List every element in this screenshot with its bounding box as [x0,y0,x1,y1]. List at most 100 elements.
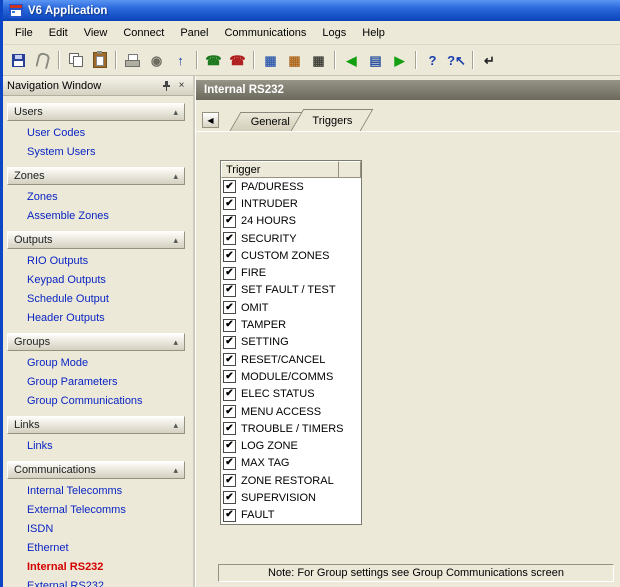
trigger-row[interactable]: ✔24 HOURS [221,213,361,230]
grid-icon[interactable]: ▤ [364,49,387,72]
menu-panel[interactable]: Panel [172,24,216,42]
trigger-row[interactable]: ✔SETTING [221,334,361,351]
menu-file[interactable]: File [7,24,41,42]
help-icon[interactable]: ? [421,49,444,72]
menu-view[interactable]: View [76,24,116,42]
window-titlebar[interactable]: V6 Application [3,0,620,21]
nav-item-ethernet[interactable]: Ethernet [3,539,193,558]
trigger-row[interactable]: ✔FIRE [221,264,361,281]
nav-item-schedule-output[interactable]: Schedule Output [3,290,193,309]
nav-item-group-communications[interactable]: Group Communications [3,392,193,411]
checkbox-checked[interactable]: ✔ [223,336,236,349]
menu-connect[interactable]: Connect [115,24,172,42]
trigger-row[interactable]: ✔ZONE RESTORAL [221,472,361,489]
section-header-zones[interactable]: Zones▴ [7,167,185,185]
tab-scroll-left-button[interactable]: ◀ [202,112,219,128]
checkbox-checked[interactable]: ✔ [223,353,236,366]
checkbox-checked[interactable]: ✔ [223,301,236,314]
nav-item-rio-outputs[interactable]: RIO Outputs [3,252,193,271]
paste-icon[interactable] [88,49,111,72]
nav-item-internal-telecomms[interactable]: Internal Telecomms [3,482,193,501]
trigger-label: TROUBLE / TIMERS [241,423,343,435]
back-icon[interactable]: ◀ [340,49,363,72]
nav-item-group-parameters[interactable]: Group Parameters [3,373,193,392]
checkbox-checked[interactable]: ✔ [223,474,236,487]
trigger-row[interactable]: ✔PA/DURESS [221,178,361,195]
attach-icon-shape [35,51,50,68]
enter-icon[interactable]: ↵ [478,49,501,72]
section-header-outputs[interactable]: Outputs▴ [7,231,185,249]
read-panel-icon[interactable]: ▦ [259,49,282,72]
nav-item-user-codes[interactable]: User Codes [3,124,193,143]
trigger-row[interactable]: ✔SET FAULT / TEST [221,282,361,299]
checkbox-checked[interactable]: ✔ [223,232,236,245]
checkbox-checked[interactable]: ✔ [223,440,236,453]
trigger-row[interactable]: ✔MODULE/COMMS [221,368,361,385]
trigger-row[interactable]: ✔RESET/CANCEL [221,351,361,368]
checkbox-checked[interactable]: ✔ [223,267,236,280]
nav-item-external-telecomms[interactable]: External Telecomms [3,501,193,520]
trigger-row[interactable]: ✔INTRUDER [221,195,361,212]
forward-icon[interactable]: ▶ [388,49,411,72]
trigger-row[interactable]: ✔MAX TAG [221,455,361,472]
close-icon[interactable]: × [174,79,189,93]
snapshot-icon[interactable]: ◉ [145,49,168,72]
trigger-row[interactable]: ✔MENU ACCESS [221,403,361,420]
copy-icon[interactable] [64,49,87,72]
nav-item-group-mode[interactable]: Group Mode [3,354,193,373]
menu-edit[interactable]: Edit [41,24,76,42]
nav-item-internal-rs232[interactable]: Internal RS232 [3,558,193,577]
trigger-row[interactable]: ✔LOG ZONE [221,437,361,454]
checkbox-checked[interactable]: ✔ [223,491,236,504]
checkbox-checked[interactable]: ✔ [223,249,236,262]
section-header-groups[interactable]: Groups▴ [7,333,185,351]
checkbox-checked[interactable]: ✔ [223,197,236,210]
tab-label: General [251,116,290,128]
nav-item-keypad-outputs[interactable]: Keypad Outputs [3,271,193,290]
checkbox-checked[interactable]: ✔ [223,215,236,228]
checkbox-checked[interactable]: ✔ [223,319,236,332]
checkbox-checked[interactable]: ✔ [223,405,236,418]
nav-item-assemble-zones[interactable]: Assemble Zones [3,207,193,226]
checkbox-checked[interactable]: ✔ [223,388,236,401]
tab-triggers[interactable]: Triggers [291,109,374,131]
nav-item-system-users[interactable]: System Users [3,143,193,162]
nav-item-header-outputs[interactable]: Header Outputs [3,309,193,328]
section-header-users[interactable]: Users▴ [7,103,185,121]
section-header-communications[interactable]: Communications▴ [7,461,185,479]
nav-item-external-rs232[interactable]: External RS232 [3,577,193,587]
checkbox-checked[interactable]: ✔ [223,509,236,522]
nav-item-links[interactable]: Links [3,437,193,456]
attach-icon[interactable] [31,49,54,72]
connect-icon[interactable]: ☎ [202,49,225,72]
menu-help[interactable]: Help [354,24,393,42]
trigger-row[interactable]: ✔TAMPER [221,316,361,333]
checkbox-checked[interactable]: ✔ [223,422,236,435]
checkbox-checked[interactable]: ✔ [223,284,236,297]
calculator-icon[interactable]: ▦ [307,49,330,72]
write-panel-icon[interactable]: ▦ [283,49,306,72]
nav-item-zones[interactable]: Zones [3,188,193,207]
trigger-row[interactable]: ✔ TROUBLE / TIMERS [221,420,361,437]
trigger-column-header[interactable]: Trigger [221,161,339,178]
trigger-row[interactable]: ✔ELEC STATUS [221,386,361,403]
section-label: Outputs [14,234,53,246]
checkbox-checked[interactable]: ✔ [223,457,236,470]
print-icon[interactable] [121,49,144,72]
pin-icon[interactable] [158,79,173,93]
trigger-row[interactable]: ✔OMIT [221,299,361,316]
context-help-icon[interactable]: ?↖ [445,49,468,72]
disconnect-icon[interactable]: ☎ [226,49,249,72]
trigger-row[interactable]: ✔SUPERVISION [221,489,361,506]
section-header-links[interactable]: Links▴ [7,416,185,434]
menu-logs[interactable]: Logs [314,24,354,42]
nav-item-isdn[interactable]: ISDN [3,520,193,539]
checkbox-checked[interactable]: ✔ [223,180,236,193]
send-panel-icon[interactable]: ↑ [169,49,192,72]
trigger-row[interactable]: ✔CUSTOM ZONES [221,247,361,264]
menu-communications[interactable]: Communications [216,24,314,42]
save-icon[interactable] [7,49,30,72]
trigger-row[interactable]: ✔SECURITY [221,230,361,247]
checkbox-checked[interactable]: ✔ [223,370,236,383]
trigger-row[interactable]: ✔FAULT [221,507,361,524]
